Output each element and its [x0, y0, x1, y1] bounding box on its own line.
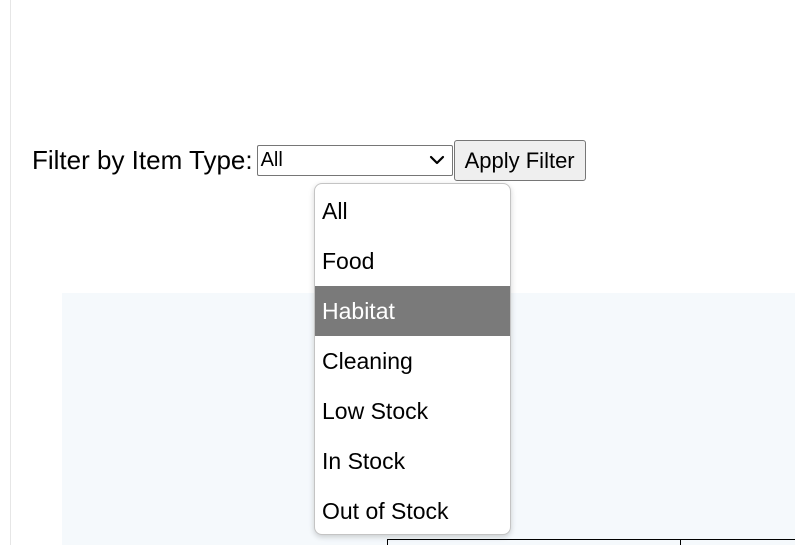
- dropdown-option-out-of-stock[interactable]: Out of Stock: [315, 486, 510, 534]
- page: Filter by Item Type: All Apply Filter Al…: [0, 0, 795, 545]
- apply-filter-button[interactable]: Apply Filter: [453, 139, 586, 181]
- dropdown-option-in-stock[interactable]: In Stock: [315, 436, 510, 486]
- dropdown-option-food[interactable]: Food: [315, 236, 510, 286]
- dropdown-option-cleaning[interactable]: Cleaning: [315, 336, 510, 386]
- table-cell-divider: [680, 539, 681, 545]
- item-type-select[interactable]: All: [256, 144, 453, 176]
- dropdown-option-all[interactable]: All: [315, 186, 510, 236]
- filter-row: Filter by Item Type: All Apply Filter: [32, 138, 586, 182]
- chevron-down-icon: [429, 155, 444, 164]
- filter-label: Filter by Item Type:: [32, 145, 253, 175]
- left-border: [10, 0, 11, 545]
- item-type-dropdown-list: All Food Habitat Cleaning Low Stock In S…: [314, 183, 511, 535]
- dropdown-option-low-stock[interactable]: Low Stock: [315, 386, 510, 436]
- select-current-value: All: [260, 148, 283, 171]
- table-top-edge: [387, 539, 795, 545]
- dropdown-option-habitat[interactable]: Habitat: [315, 286, 510, 336]
